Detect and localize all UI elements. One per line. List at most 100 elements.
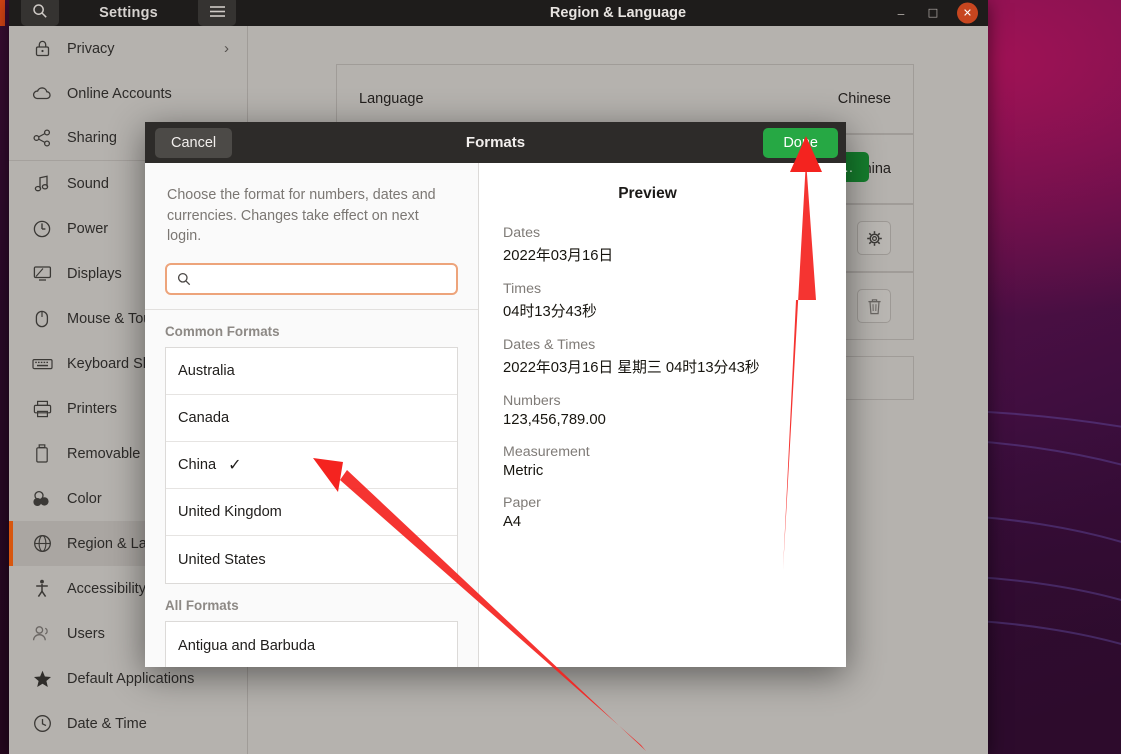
preview-row-times: Times 04时13分43秒 bbox=[479, 281, 846, 321]
all-formats-heading: All Formats bbox=[165, 598, 239, 614]
preview-label: Numbers bbox=[503, 393, 561, 409]
dialog-header: Cancel Formats Done bbox=[145, 122, 846, 163]
sidebar-item-label: Online Accounts bbox=[67, 85, 172, 102]
all-formats-list[interactable]: Antigua and Barbuda bbox=[165, 621, 458, 667]
power-icon bbox=[31, 218, 53, 240]
sidebar-item-label: Accessibility bbox=[67, 580, 146, 597]
preview-title: Preview bbox=[618, 185, 677, 202]
preview-row-paper: Paper A4 bbox=[479, 495, 846, 530]
ubuntu-dock[interactable] bbox=[0, 0, 9, 754]
maximize-button[interactable]: ☐ bbox=[925, 5, 941, 21]
preview-row-measurement: Measurement Metric bbox=[479, 444, 846, 479]
preview-value: 2022年03月16日 bbox=[503, 248, 614, 264]
preview-row-dates: Dates 2022年03月16日 bbox=[479, 225, 846, 265]
preview-value: 2022年03月16日 星期三 04时13分43秒 bbox=[503, 360, 760, 376]
page-title: Region & Language bbox=[549, 5, 687, 21]
dock-active-indicator bbox=[0, 0, 5, 26]
preview-panel: Preview Dates 2022年03月16日 Times 04时13分43… bbox=[479, 163, 846, 667]
dialog-title: Formats bbox=[465, 134, 526, 151]
list-item[interactable]: Canada bbox=[166, 395, 457, 443]
usb-drive-icon bbox=[31, 443, 53, 465]
music-note-icon bbox=[31, 173, 53, 195]
list-item-label: Antigua and Barbuda bbox=[178, 637, 316, 654]
common-formats-list[interactable]: Australia Canada China ✓ United Kingdom … bbox=[165, 347, 458, 585]
sidebar-item-label: Displays bbox=[67, 265, 122, 282]
preview-label: Times bbox=[503, 281, 542, 297]
search-icon bbox=[33, 4, 47, 18]
sidebar-item-date-time[interactable]: Date & Time bbox=[9, 701, 247, 746]
cloud-icon bbox=[31, 83, 53, 105]
printer-icon bbox=[31, 398, 53, 420]
monitor-icon bbox=[31, 263, 53, 285]
accessibility-icon bbox=[31, 578, 53, 600]
list-item[interactable]: Antigua and Barbuda bbox=[166, 622, 457, 667]
check-icon: ✓ bbox=[228, 457, 242, 475]
list-item-label: United Kingdom bbox=[178, 504, 282, 521]
preview-value: 04时13分43秒 bbox=[503, 304, 597, 320]
sidebar-item-label: Date & Time bbox=[67, 715, 147, 732]
preview-label: Paper bbox=[503, 495, 541, 511]
mouse-icon bbox=[31, 308, 53, 330]
list-item-label: China bbox=[178, 457, 217, 474]
dialog-description: Choose the format for numbers, dates and… bbox=[167, 187, 436, 245]
search-field-wrapper bbox=[145, 247, 478, 309]
formats-dialog: Cancel Formats Done Choose the format fo… bbox=[145, 122, 846, 667]
list-item-label: United States bbox=[178, 551, 266, 568]
search-field[interactable] bbox=[165, 263, 458, 296]
preview-label: Dates bbox=[503, 225, 541, 241]
preview-row-numbers: Numbers 123,456,789.00 bbox=[479, 393, 846, 428]
lock-icon bbox=[31, 38, 53, 60]
chevron-right-icon: › bbox=[224, 40, 229, 57]
settings-header-left: Settings bbox=[9, 0, 248, 26]
list-item[interactable]: Australia bbox=[166, 348, 457, 396]
preview-value: A4 bbox=[503, 514, 522, 530]
preview-value: Metric bbox=[503, 463, 544, 479]
sidebar-item-label: Default Applications bbox=[67, 670, 195, 687]
trash-icon bbox=[867, 298, 881, 314]
sidebar-item-label: Sound bbox=[67, 175, 109, 192]
cancel-button[interactable]: Cancel bbox=[155, 127, 233, 158]
search-input[interactable] bbox=[199, 271, 446, 288]
list-item[interactable]: United Kingdom bbox=[166, 489, 457, 537]
done-button[interactable]: Done bbox=[763, 127, 838, 158]
language-value: Chinese bbox=[837, 91, 891, 107]
sidebar-item-privacy[interactable]: Privacy › bbox=[9, 26, 247, 71]
share-nodes-icon bbox=[31, 127, 53, 149]
sidebar-item-online-accounts[interactable]: Online Accounts bbox=[9, 71, 247, 116]
list-item-selected[interactable]: China ✓ bbox=[166, 442, 457, 490]
window-controls: – ☐ ✕ bbox=[893, 2, 978, 24]
preview-row-dates-times: Dates & Times 2022年03月16日 星期三 04时13分43秒 bbox=[479, 337, 846, 377]
sidebar-item-label: Privacy bbox=[67, 40, 115, 57]
formats-list-panel: Choose the format for numbers, dates and… bbox=[145, 163, 479, 667]
star-icon bbox=[31, 668, 53, 690]
preview-label: Measurement bbox=[503, 444, 590, 460]
search-icon bbox=[177, 273, 191, 286]
sidebar-item-label: Power bbox=[67, 220, 109, 237]
keyboard-icon bbox=[31, 353, 53, 375]
globe-icon bbox=[31, 533, 53, 555]
hamburger-menu-icon bbox=[209, 5, 225, 17]
sidebar-item-label: Users bbox=[67, 625, 105, 642]
gear-icon bbox=[866, 230, 882, 246]
sidebar-item-label: Sharing bbox=[67, 130, 117, 146]
settings-header-right: Region & Language – ☐ ✕ bbox=[248, 0, 988, 26]
minimize-button[interactable]: – bbox=[893, 5, 909, 21]
preview-label: Dates & Times bbox=[503, 337, 596, 353]
sidebar-item-label: Color bbox=[67, 490, 102, 507]
dialog-body: Choose the format for numbers, dates and… bbox=[145, 163, 846, 667]
clock-icon bbox=[31, 713, 53, 735]
list-item-label: Canada bbox=[178, 410, 230, 427]
settings-gear-button[interactable] bbox=[857, 221, 891, 255]
settings-search-button[interactable] bbox=[21, 0, 59, 26]
list-item-label: Australia bbox=[178, 363, 235, 380]
close-button[interactable]: ✕ bbox=[957, 2, 978, 24]
list-item[interactable]: United States bbox=[166, 536, 457, 583]
delete-button[interactable] bbox=[857, 289, 891, 323]
settings-menu-button[interactable] bbox=[198, 0, 236, 26]
settings-titlebar: Settings Region & Language – ☐ ✕ bbox=[9, 0, 988, 26]
language-label: Language bbox=[359, 91, 424, 107]
common-formats-heading: Common Formats bbox=[165, 324, 280, 340]
users-icon bbox=[31, 623, 53, 645]
formats-scroll-list[interactable]: Common Formats Australia Canada China ✓ … bbox=[145, 309, 478, 667]
color-circles-icon bbox=[31, 488, 53, 510]
